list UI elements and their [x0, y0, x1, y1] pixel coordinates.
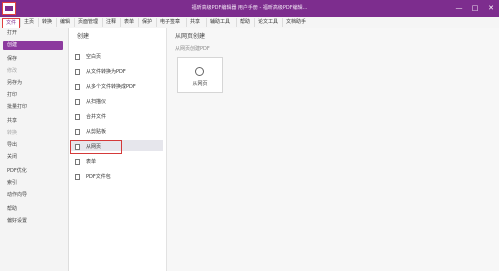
create-from-web[interactable]: 从网页 — [70, 140, 122, 154]
menu-share[interactable]: 共享 — [186, 18, 203, 27]
menu-form[interactable]: 表单 — [120, 18, 137, 27]
blank-page-icon — [75, 54, 80, 60]
sidebar-item-print[interactable]: 打印 — [0, 91, 68, 100]
sidebar-item-export[interactable]: 导出 — [0, 141, 68, 150]
from-web-card-label: 从网页 — [192, 81, 208, 87]
create-form[interactable]: 表单 — [71, 157, 163, 168]
sidebar-item-help[interactable]: 帮助 — [0, 205, 68, 214]
menu-help[interactable]: 帮助 — [236, 18, 253, 27]
clipboard-icon — [75, 129, 80, 135]
app-menu-button[interactable] — [2, 2, 16, 15]
from-web-card[interactable]: 从网页 — [177, 57, 223, 93]
create-merge-files[interactable]: 合并文件 — [71, 112, 163, 123]
create-heading: 创建 — [77, 33, 90, 40]
window-controls: — □ ✕ — [455, 3, 495, 13]
close-button[interactable]: ✕ — [487, 3, 495, 13]
sidebar-item-create[interactable]: 创建 — [3, 41, 63, 50]
title-bar: 福昕高级PDF编辑器 用户手册 - 福昕高级PDF编辑... — □ ✕ — [0, 0, 499, 17]
sidebar-item-close[interactable]: 关闭 — [0, 153, 68, 162]
create-merge-files-label: 合并文件 — [86, 114, 107, 120]
create-blank-page-label: 空白页 — [86, 54, 102, 60]
sidebar-item-share[interactable]: 共享 — [0, 117, 68, 126]
menu-e-signature[interactable]: 电子签章 — [156, 18, 183, 27]
create-from-scanner-label: 从扫描仪 — [86, 99, 107, 105]
globe-icon — [195, 67, 204, 76]
menu-comment[interactable]: 注释 — [102, 18, 119, 27]
create-blank-page[interactable]: 空白页 — [71, 52, 163, 63]
menu-thesis-tools[interactable]: 论文工具 — [254, 18, 281, 27]
sidebar-item-action-wizard[interactable]: 动作向导 — [0, 191, 68, 200]
sidebar-item-save-as[interactable]: 另存为 — [0, 79, 68, 88]
scanner-icon — [75, 99, 80, 105]
file-convert-icon — [75, 69, 80, 75]
create-from-clipboard[interactable]: 从剪贴板 — [71, 127, 163, 138]
from-web-panel: 从网页创建 从网页创建PDF 从网页 — [167, 28, 499, 271]
sidebar-item-open[interactable]: 打开 — [0, 29, 68, 38]
sidebar-item-index[interactable]: 索引 — [0, 179, 68, 188]
sidebar-item-save[interactable]: 保存 — [0, 55, 68, 64]
sidebar-item-modify[interactable]: 修改 — [0, 67, 68, 76]
create-from-multiple-files[interactable]: 从多个文件转换成PDF — [71, 82, 163, 93]
multi-file-icon — [75, 84, 80, 90]
sidebar-item-batch-print[interactable]: 批量打印 — [0, 103, 68, 112]
backstage-sidebar: 打开 创建 保存 修改 另存为 打印 批量打印 共享 转换 导出 关闭 PDF优… — [0, 28, 69, 271]
create-from-web-label: 从网页 — [86, 144, 102, 150]
create-pdf-portfolio[interactable]: PDF文件包 — [71, 172, 163, 183]
portfolio-icon — [75, 174, 80, 180]
menu-home[interactable]: 主页 — [20, 18, 37, 27]
maximize-button[interactable]: □ — [471, 3, 479, 13]
create-from-clipboard-label: 从剪贴板 — [86, 129, 107, 135]
window-title: 福昕高级PDF编辑器 用户手册 - 福昕高级PDF编辑... — [191, 5, 308, 11]
create-from-multiple-files-label: 从多个文件转换成PDF — [86, 84, 136, 90]
merge-icon — [75, 114, 80, 120]
menu-page-management[interactable]: 页面管理 — [74, 18, 101, 27]
from-web-heading: 从网页创建 — [175, 33, 206, 40]
form-icon — [75, 159, 80, 165]
menu-protect[interactable]: 保护 — [138, 18, 155, 27]
sidebar-item-pdf-optimize[interactable]: PDF优化 — [0, 167, 68, 176]
create-from-file-label: 从文件转换为PDF — [86, 69, 126, 75]
create-options-panel: 创建 空白页 从文件转换为PDF 从多个文件转换成PDF 从扫描仪 合并文件 从… — [69, 28, 167, 271]
menu-edit[interactable]: 编辑 — [56, 18, 73, 27]
menu-document-assistant[interactable]: 文档助手 — [282, 18, 309, 27]
create-from-file[interactable]: 从文件转换为PDF — [71, 67, 163, 78]
menu-accessibility[interactable]: 辅助工具 — [206, 18, 233, 27]
web-icon — [75, 144, 80, 150]
create-pdf-portfolio-label: PDF文件包 — [86, 174, 111, 180]
sidebar-item-preferences[interactable]: 偏好设置 — [0, 217, 68, 226]
menu-convert[interactable]: 转换 — [38, 18, 55, 27]
from-web-subheading: 从网页创建PDF — [175, 46, 210, 52]
create-form-label: 表单 — [86, 159, 97, 165]
sidebar-item-convert[interactable]: 转换 — [0, 129, 68, 138]
app-logo-icon — [5, 6, 13, 11]
create-from-scanner[interactable]: 从扫描仪 — [71, 97, 163, 108]
minimize-button[interactable]: — — [455, 3, 463, 13]
